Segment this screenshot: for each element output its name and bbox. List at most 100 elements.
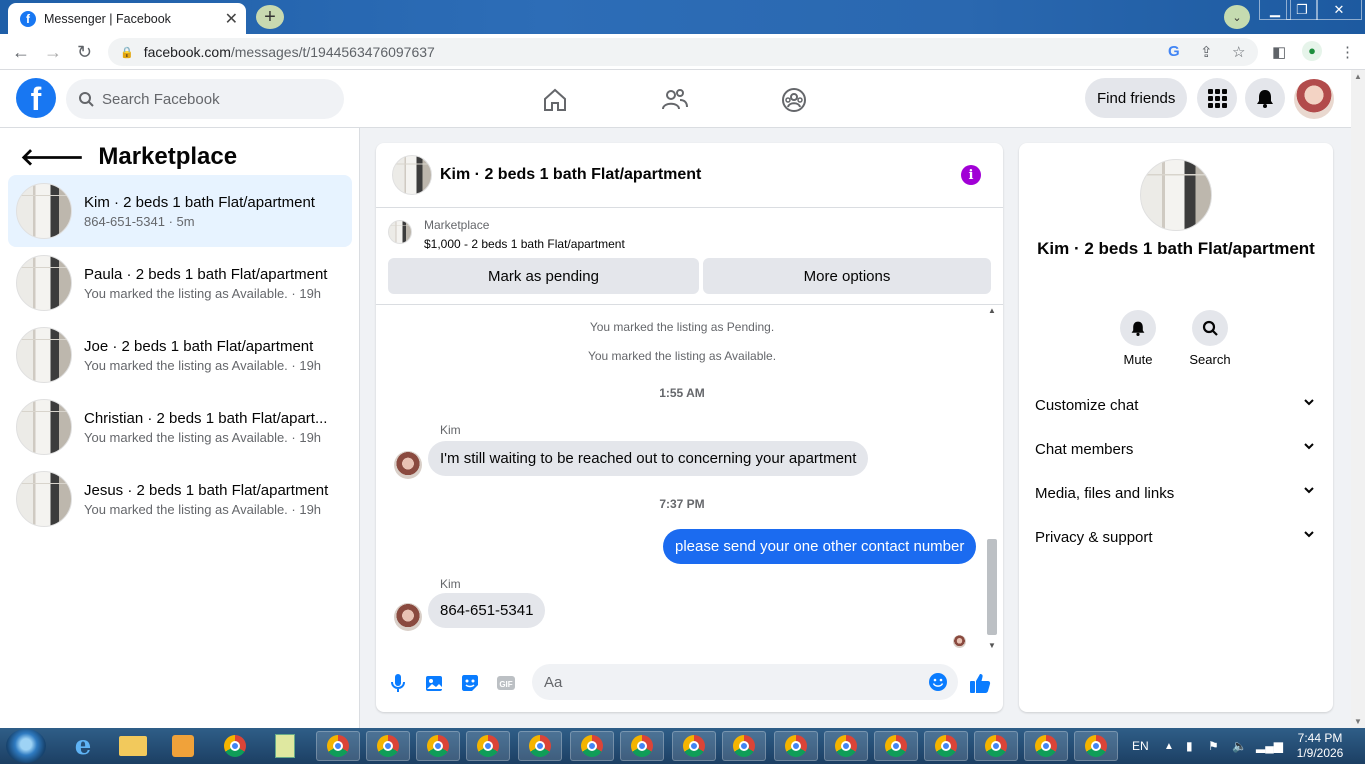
language-indicator[interactable]: EN [1132, 728, 1149, 764]
chrome-window-icon[interactable] [774, 731, 818, 761]
flag-icon[interactable]: ⚑ [1208, 728, 1219, 764]
start-button[interactable] [6, 729, 46, 763]
friends-icon[interactable] [661, 86, 689, 114]
restore-window-button[interactable]: ❐ [1286, 0, 1318, 20]
browser-tab[interactable]: f Messenger | Facebook ✕ [8, 3, 246, 34]
chat-title[interactable]: Kim · 2 beds 1 bath Flat/apartment [440, 166, 701, 184]
conversation-details-panel: Kim · 2 beds 1 bath Flat/apartment Mute … [1019, 143, 1333, 712]
forward-arrow-icon[interactable]: → [44, 42, 62, 63]
sender-name: Kim [440, 423, 461, 437]
media-player-icon[interactable] [161, 731, 205, 761]
chrome-window-icon[interactable] [874, 731, 918, 761]
facebook-header: f Find friends [0, 70, 1351, 128]
gif-icon[interactable]: GIF [495, 672, 517, 694]
profile-icon[interactable]: ● [1302, 41, 1322, 61]
message-input-box[interactable] [532, 664, 958, 700]
browser-menu-icon[interactable]: ⋮ [1340, 43, 1355, 61]
search-input[interactable] [102, 90, 322, 108]
chrome-window-icon[interactable] [924, 731, 968, 761]
details-listing-thumbnail[interactable] [1140, 159, 1212, 231]
find-friends-button[interactable]: Find friends [1085, 78, 1188, 118]
volume-icon[interactable]: 🔈 [1232, 728, 1247, 764]
share-icon[interactable]: ⇪ [1200, 43, 1213, 61]
account-avatar[interactable] [1294, 79, 1334, 119]
listing-detail[interactable]: $1,000 - 2 beds 1 bath Flat/apartment [424, 237, 625, 251]
chrome-window-icon[interactable] [1074, 731, 1118, 761]
photo-icon[interactable] [423, 672, 445, 694]
message-thread: You marked the listing as Pending. You m… [376, 306, 988, 650]
thumbs-up-icon[interactable] [969, 672, 991, 694]
mute-action[interactable]: Mute [1108, 310, 1168, 367]
chrome-icon[interactable] [213, 731, 257, 761]
facebook-logo-icon[interactable]: f [16, 78, 56, 118]
chrome-window-icon[interactable] [1024, 731, 1068, 761]
privacy-support-row[interactable]: Privacy & support [1019, 515, 1333, 559]
notepad-icon[interactable] [263, 731, 307, 761]
customize-chat-row[interactable]: Customize chat [1019, 383, 1333, 427]
chrome-window-icon[interactable] [518, 731, 562, 761]
sender-avatar[interactable] [394, 451, 422, 479]
back-arrow-icon[interactable]: ← [12, 42, 30, 63]
chrome-window-icon[interactable] [366, 731, 410, 761]
chrome-window-icon[interactable] [824, 731, 868, 761]
chat-listing-thumbnail[interactable] [392, 155, 432, 195]
message-input[interactable] [544, 673, 914, 691]
reload-icon[interactable]: ↻ [77, 42, 92, 63]
file-explorer-icon[interactable] [111, 731, 155, 761]
microphone-icon[interactable] [387, 672, 409, 694]
scroll-down-arrow-icon[interactable]: ▼ [988, 641, 996, 650]
menu-grid-button[interactable] [1197, 78, 1237, 118]
groups-icon[interactable] [780, 86, 808, 114]
more-options-button[interactable]: More options [703, 258, 991, 294]
incoming-message[interactable]: 864-651-5341 [428, 593, 546, 628]
incoming-message[interactable]: I'm still waiting to be reached out to c… [428, 441, 869, 476]
back-arrow-icon[interactable]: 🡐 [20, 142, 84, 172]
chrome-window-icon[interactable] [570, 731, 614, 761]
google-icon[interactable]: G [1168, 43, 1180, 60]
page-scrollbar[interactable]: ▲ ▼ [1351, 70, 1365, 728]
scroll-up-arrow-icon[interactable]: ▲ [1354, 72, 1362, 81]
conversation-item[interactable]: Joe · 2 beds 1 bath Flat/apartment You ma… [8, 319, 352, 391]
close-tab-icon[interactable]: ✕ [225, 9, 238, 29]
conversation-item[interactable]: Paula · 2 beds 1 bath Flat/apartment You … [8, 247, 352, 319]
show-hidden-icons-icon[interactable]: ▲ [1164, 728, 1174, 764]
side-panel-icon[interactable]: ◧ [1272, 43, 1286, 61]
network-icon[interactable]: ▂▄▆ [1256, 728, 1283, 764]
tab-search-chevron-icon[interactable]: ⌄ [1224, 5, 1250, 29]
conversation-item[interactable]: Christian · 2 beds 1 bath Flat/apart... Y… [8, 391, 352, 463]
new-tab-button[interactable]: + [256, 5, 284, 29]
chrome-window-icon[interactable] [722, 731, 766, 761]
sticker-icon[interactable] [459, 672, 481, 694]
sender-avatar[interactable] [394, 603, 422, 631]
bookmark-star-icon[interactable]: ☆ [1232, 43, 1245, 61]
home-icon[interactable] [541, 86, 569, 114]
thread-scrollbar-thumb[interactable] [987, 539, 997, 635]
conversation-item[interactable]: Kim · 2 beds 1 bath Flat/apartment 864-65… [8, 175, 352, 247]
chrome-window-icon[interactable] [316, 731, 360, 761]
mute-label: Mute [1123, 352, 1153, 367]
outgoing-message[interactable]: please send your one other contact numbe… [663, 529, 977, 564]
internet-explorer-icon[interactable]: e [61, 731, 105, 761]
scroll-down-arrow-icon[interactable]: ▼ [1354, 717, 1362, 726]
conversation-item[interactable]: Jesus · 2 beds 1 bath Flat/apartment You … [8, 463, 352, 535]
chrome-window-icon[interactable] [672, 731, 716, 761]
emoji-icon[interactable] [928, 672, 948, 692]
url-field[interactable]: 🔒 facebook.com/messages/t/19445634760976… [108, 38, 1258, 66]
chrome-window-icon[interactable] [466, 731, 510, 761]
chrome-window-icon[interactable] [416, 731, 460, 761]
chrome-window-icon[interactable] [620, 731, 664, 761]
media-files-links-row[interactable]: Media, files and links [1019, 471, 1333, 515]
notifications-button[interactable] [1245, 78, 1285, 118]
clock[interactable]: 7:44 PM 1/9/2026 [1290, 728, 1350, 764]
chat-members-row[interactable]: Chat members [1019, 427, 1333, 471]
search-action[interactable]: Search [1180, 310, 1240, 367]
mark-as-pending-button[interactable]: Mark as pending [388, 258, 699, 294]
scroll-up-arrow-icon[interactable]: ▲ [988, 306, 996, 315]
battery-icon[interactable]: ▮ [1186, 728, 1193, 764]
sender-name: Kim [440, 577, 461, 591]
info-icon[interactable]: i [961, 165, 981, 185]
listing-mini-thumbnail [388, 220, 412, 244]
close-window-button[interactable]: ✕ [1316, 0, 1362, 20]
search-box[interactable] [66, 79, 344, 119]
chrome-window-icon[interactable] [974, 731, 1018, 761]
